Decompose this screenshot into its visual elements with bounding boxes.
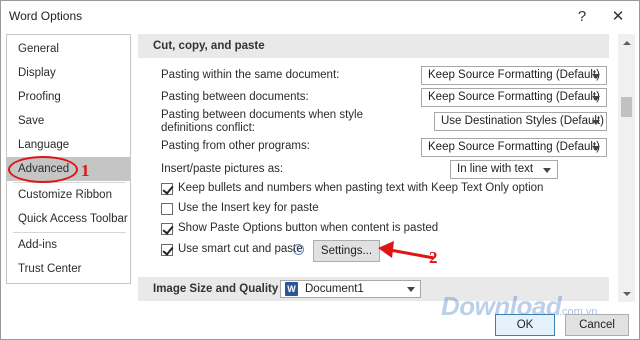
chevron-down-icon — [407, 287, 415, 292]
content-scrollbar[interactable] — [618, 34, 635, 302]
sidebar-item-quick-access-toolbar[interactable]: Quick Access Toolbar — [7, 207, 130, 231]
insert-pictures-dropdown[interactable]: In line with text — [450, 160, 558, 179]
chevron-down-icon — [592, 120, 600, 125]
scroll-down-button[interactable] — [618, 285, 635, 302]
word-document-icon: W — [285, 282, 298, 296]
paste-other-programs-label: Pasting from other programs: — [161, 140, 310, 152]
sidebar-item-trust-center[interactable]: Trust Center — [7, 257, 130, 281]
word-options-dialog: Word Options ? ✕ General Display Proofin… — [0, 0, 640, 340]
image-quality-document-dropdown[interactable]: W Document1 — [280, 280, 421, 298]
keep-bullets-label: Keep bullets and numbers when pasting te… — [178, 182, 544, 194]
scroll-up-button[interactable] — [618, 34, 635, 51]
scrollbar-thumb[interactable] — [621, 97, 632, 117]
dialog-title: Word Options — [9, 9, 83, 23]
insert-key-paste-checkbox[interactable] — [161, 203, 173, 215]
smart-cut-paste-label: Use smart cut and paste — [178, 243, 303, 255]
title-bar: Word Options ? ✕ — [1, 1, 640, 31]
sidebar-item-display[interactable]: Display — [7, 61, 130, 85]
cancel-button[interactable]: Cancel — [565, 314, 629, 336]
insert-key-paste-label: Use the Insert key for paste — [178, 202, 319, 214]
sidebar-item-proofing[interactable]: Proofing — [7, 85, 130, 109]
annotation-step-2: 2 — [429, 248, 438, 267]
paste-same-doc-label: Pasting within the same document: — [161, 69, 340, 81]
sidebar-item-add-ins[interactable]: Add-ins — [7, 233, 130, 257]
keep-bullets-checkbox[interactable] — [161, 183, 173, 195]
paste-between-docs-label: Pasting between documents: — [161, 91, 309, 103]
annotation-arrow — [378, 241, 435, 260]
advanced-highlight-circle — [8, 156, 78, 183]
smart-cut-paste-checkbox[interactable] — [161, 244, 173, 256]
sidebar-item-general[interactable]: General — [7, 37, 130, 61]
paste-style-conflict-label: Pasting between documents when style def… — [161, 109, 364, 134]
paste-other-programs-dropdown[interactable]: Keep Source Formatting (Default) — [421, 138, 607, 157]
paste-same-doc-dropdown[interactable]: Keep Source Formatting (Default) — [421, 66, 607, 85]
ok-button[interactable]: OK — [495, 314, 555, 336]
show-paste-options-checkbox[interactable] — [161, 223, 173, 235]
arrow-up-icon — [622, 40, 631, 45]
paste-same-doc-value: Keep Source Formatting (Default) — [428, 69, 600, 81]
image-quality-document-value: Document1 — [305, 283, 364, 295]
close-icon[interactable]: ✕ — [607, 5, 629, 27]
sidebar-item-customize-ribbon[interactable]: Customize Ribbon — [7, 183, 130, 207]
sidebar-item-save[interactable]: Save — [7, 109, 130, 133]
paste-between-docs-dropdown[interactable]: Keep Source Formatting (Default) — [421, 88, 607, 107]
annotation-step-1: 1 — [81, 161, 90, 180]
chevron-down-icon — [592, 74, 600, 79]
help-icon[interactable]: ? — [571, 5, 593, 27]
paste-style-conflict-dropdown[interactable]: Use Destination Styles (Default) — [434, 112, 607, 131]
insert-pictures-label: Insert/paste pictures as: — [161, 163, 284, 175]
paste-style-conflict-value: Use Destination Styles (Default) — [441, 115, 604, 127]
section-header-cut-copy-paste: Cut, copy, and paste — [138, 34, 609, 58]
paste-other-programs-value: Keep Source Formatting (Default) — [428, 141, 600, 153]
info-icon[interactable]: i — [293, 244, 304, 255]
show-paste-options-label: Show Paste Options button when content i… — [178, 222, 439, 234]
chevron-down-icon — [543, 168, 551, 173]
sidebar-item-language[interactable]: Language — [7, 133, 130, 157]
chevron-down-icon — [592, 146, 600, 151]
chevron-down-icon — [592, 96, 600, 101]
insert-pictures-value: In line with text — [457, 163, 534, 175]
arrow-down-icon — [622, 291, 631, 296]
settings-button[interactable]: Settings... — [313, 240, 380, 262]
paste-between-docs-value: Keep Source Formatting (Default) — [428, 91, 600, 103]
